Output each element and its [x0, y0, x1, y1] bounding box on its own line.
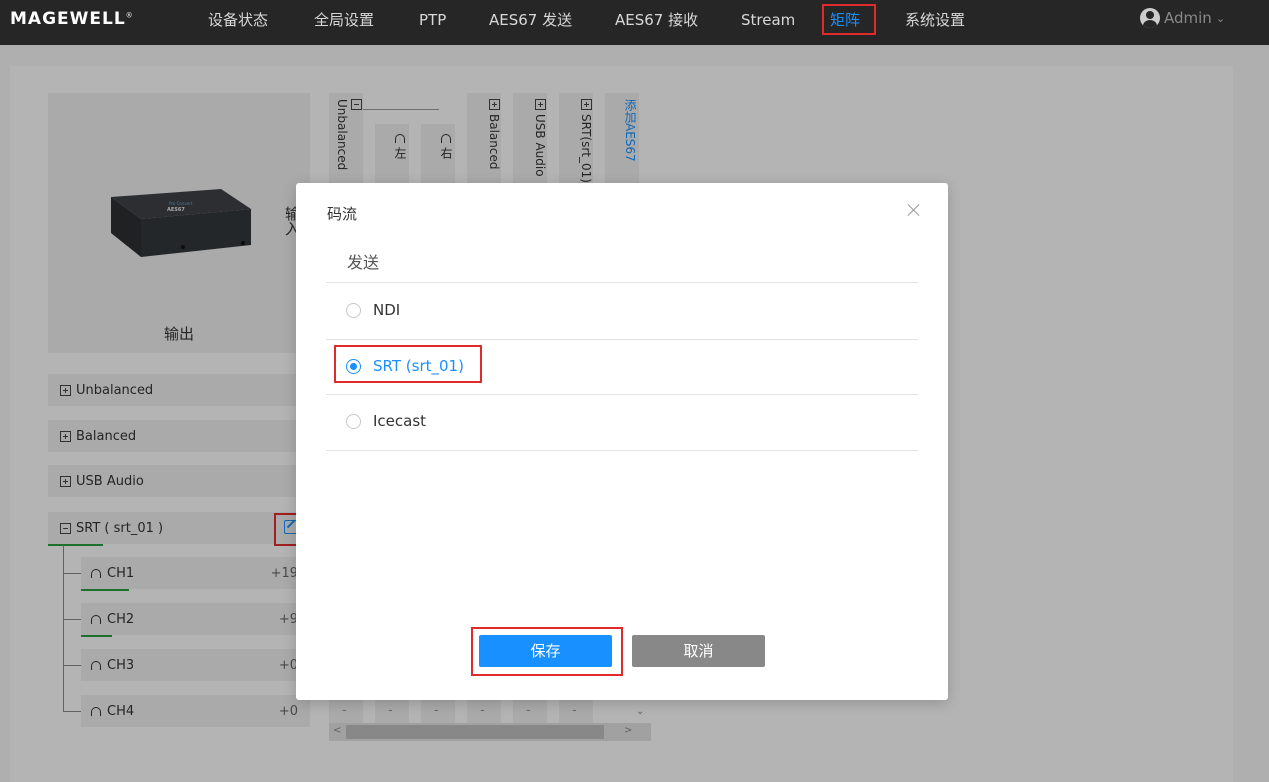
divider	[326, 450, 918, 451]
divider	[326, 394, 918, 395]
stream-dialog: 码流 发送 NDI SRT (srt_01) Icecast	[296, 183, 948, 700]
divider	[326, 339, 918, 340]
srt-option-highlight	[334, 345, 482, 383]
nav-ptp[interactable]: PTP	[419, 0, 446, 45]
logo-text: MAGEWELL	[10, 9, 126, 29]
radio-button[interactable]	[346, 302, 361, 318]
radio-option-icecast[interactable]: Icecast	[346, 409, 426, 433]
radio-option-ndi[interactable]: NDI	[346, 298, 400, 322]
divider	[326, 282, 918, 283]
cancel-button[interactable]: 取消	[632, 635, 765, 667]
nav-stream[interactable]: Stream	[741, 0, 795, 45]
radio-label: Icecast	[373, 412, 427, 430]
radio-button[interactable]	[346, 413, 361, 429]
user-name: Admin	[1164, 9, 1212, 27]
nav-aes67-receive[interactable]: AES67 接收	[615, 0, 698, 45]
radio-label: NDI	[373, 301, 401, 319]
nav-aes67-send[interactable]: AES67 发送	[489, 0, 572, 45]
nav-device-status[interactable]: 设备状态	[208, 0, 268, 45]
save-button-highlight	[471, 627, 623, 676]
section-label-send: 发送	[347, 253, 380, 272]
logo-mark: ®	[125, 11, 134, 20]
nav-system-settings[interactable]: 系统设置	[905, 0, 965, 45]
chevron-down-icon: ⌄	[1215, 11, 1226, 25]
app-logo[interactable]: MAGEWELL®	[10, 9, 134, 29]
user-menu[interactable]: Admin ⌄	[1140, 8, 1225, 28]
nav-matrix[interactable]: 矩阵	[830, 0, 860, 45]
top-nav-bar: MAGEWELL® 设备状态 全局设置 PTP AES67 发送 AES67 接…	[0, 0, 1269, 45]
close-icon[interactable]	[906, 202, 922, 218]
nav-global-settings[interactable]: 全局设置	[314, 0, 374, 45]
dialog-title: 码流	[327, 205, 358, 223]
user-avatar-icon	[1140, 8, 1160, 28]
